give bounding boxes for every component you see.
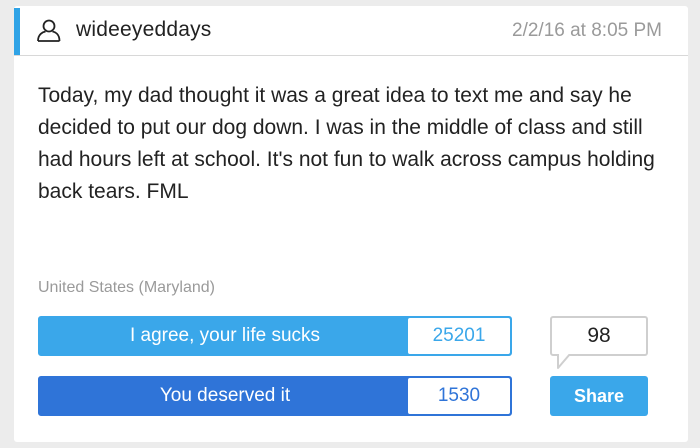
story-text: Today, my dad thought it was a great ide…	[38, 84, 655, 203]
post-header: wideeyeddays 2/2/16 at 8:05 PM	[14, 6, 688, 56]
deserved-vote-count: 1530	[408, 378, 510, 414]
share-button[interactable]: Share	[550, 376, 648, 416]
agree-vote-label: I agree, your life sucks	[129, 325, 321, 346]
deserved-vote-button[interactable]: You deserved it 1530	[38, 376, 512, 416]
agree-vote-count: 25201	[408, 318, 510, 354]
fml-post-card: wideeyeddays 2/2/16 at 8:05 PM Today, my…	[14, 6, 688, 442]
comment-count: 98	[587, 324, 611, 347]
username[interactable]: wideeyeddays	[76, 18, 212, 42]
agree-vote-button[interactable]: I agree, your life sucks 25201	[38, 316, 512, 356]
post-timestamp: 2/2/16 at 8:05 PM	[512, 20, 662, 41]
speech-bubble-icon	[557, 354, 571, 369]
user-icon	[37, 19, 61, 42]
accent-bar	[14, 8, 20, 55]
post-location: United States (Maryland)	[38, 279, 215, 296]
deserved-vote-label: You deserved it	[159, 385, 291, 406]
comments-button[interactable]: 98	[550, 316, 648, 369]
